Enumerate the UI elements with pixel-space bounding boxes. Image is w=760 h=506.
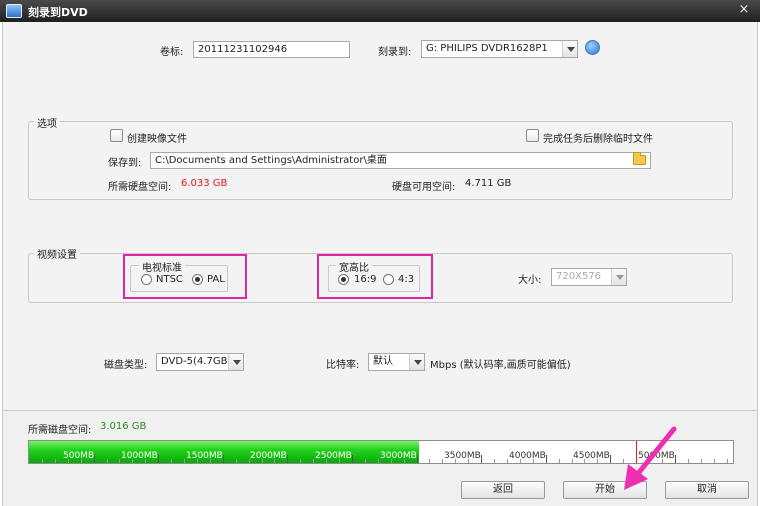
refresh-drive-icon[interactable] [585, 40, 600, 55]
aspect-16-9-radio[interactable] [338, 274, 349, 285]
title-bar: 刻录到DVD × [0, 0, 760, 22]
major-tick [223, 455, 224, 463]
chevron-down-icon [611, 269, 626, 285]
aspect-4-3-label: 4:3 [398, 274, 415, 285]
bitrate-label: 比特率: [326, 360, 360, 371]
available-space-value: 4.711 GB [465, 178, 512, 189]
pal-radio[interactable] [192, 274, 203, 285]
disc-type-select[interactable]: DVD-5(4.7GB) [156, 353, 244, 371]
burn-to-label: 刻录到: [378, 47, 412, 58]
aspect-16-9-label: 16:9 [354, 274, 377, 285]
tick-label: 4000MB [509, 451, 546, 461]
volume-label: 卷标: [160, 47, 184, 58]
chevron-down-icon[interactable] [562, 41, 577, 57]
major-tick [610, 455, 611, 463]
main-panel [2, 22, 758, 410]
folder-browse-icon[interactable] [633, 152, 646, 165]
size-select: 720X576 [551, 268, 627, 286]
tick-label: 2000MB [250, 451, 287, 461]
chevron-down-icon[interactable] [228, 354, 243, 370]
available-space-label: 硬盘可用空间: [392, 182, 456, 193]
delete-temp-label: 完成任务后删除临时文件 [543, 134, 653, 145]
burn-to-select[interactable]: G: PHILIPS DVDR1628P1 [421, 40, 578, 58]
tick-label: 1500MB [186, 451, 223, 461]
ntsc-radio[interactable] [141, 274, 152, 285]
minor-tick [365, 459, 366, 463]
video-settings-title: 视频设置 [34, 246, 80, 261]
aspect-ratio-title: 宽高比 [336, 259, 372, 274]
disc-type-value: DVD-5(4.7GB) [161, 356, 232, 367]
create-image-label: 创建映像文件 [127, 134, 187, 145]
minor-tick [429, 459, 430, 463]
major-tick [158, 455, 159, 463]
minor-tick [442, 459, 443, 463]
bitrate-select[interactable]: 默认 [368, 353, 425, 371]
pal-label: PAL [207, 274, 225, 285]
minor-tick [378, 459, 379, 463]
minor-tick [184, 459, 185, 463]
tick-label: 2500MB [315, 451, 352, 461]
minor-tick [507, 459, 508, 463]
tick-label: 1000MB [121, 451, 158, 461]
tick-label: 3000MB [380, 451, 417, 461]
major-tick [94, 455, 95, 463]
minor-tick [559, 459, 560, 463]
minor-tick [55, 459, 56, 463]
major-tick [481, 455, 482, 463]
minor-tick [107, 459, 108, 463]
dvd-app-icon [6, 4, 22, 18]
minor-tick [119, 459, 120, 463]
minor-tick [42, 459, 43, 463]
size-label: 大小: [518, 275, 542, 286]
tick-label: 3500MB [444, 451, 481, 461]
minor-tick [313, 459, 314, 463]
major-tick [417, 455, 418, 463]
disc-type-label: 磁盘类型: [104, 360, 148, 371]
tick-label: 500MB [63, 451, 95, 461]
minor-tick [494, 459, 495, 463]
minor-tick [727, 459, 728, 463]
tick-label: 4500MB [573, 451, 610, 461]
required-space-label: 所需硬盘空间: [108, 182, 172, 193]
back-button[interactable]: 返回 [461, 481, 545, 499]
tv-standard-title: 电视标准 [139, 259, 185, 274]
save-to-input[interactable]: C:\Documents and Settings\Administrator\… [150, 152, 651, 169]
annotation-arrow-icon [624, 426, 677, 490]
save-to-label: 保存到: [108, 158, 142, 169]
options-group-title: 选项 [34, 115, 60, 130]
required-space-value: 6.033 GB [181, 178, 228, 189]
bitrate-value: 默认 [373, 356, 393, 367]
minor-tick [714, 459, 715, 463]
minor-tick [236, 459, 237, 463]
major-tick [287, 455, 288, 463]
window-title: 刻录到DVD [28, 6, 88, 19]
major-tick [546, 455, 547, 463]
disc-space-value: 3.016 GB [100, 421, 147, 432]
minor-tick [701, 459, 702, 463]
volume-input[interactable]: 20111231102946 [193, 41, 350, 58]
disc-space-label: 所需磁盘空间: [28, 425, 92, 436]
burn-to-value: G: PHILIPS DVDR1628P1 [426, 43, 548, 54]
chevron-down-icon[interactable] [409, 354, 424, 370]
minor-tick [688, 459, 689, 463]
minor-tick [171, 459, 172, 463]
bitrate-note: Mbps (默认码率,画质可能偏低) [430, 360, 571, 371]
delete-temp-checkbox[interactable] [526, 129, 539, 142]
close-icon[interactable]: × [736, 2, 752, 18]
size-value: 720X576 [556, 271, 602, 282]
create-image-checkbox[interactable] [110, 129, 123, 142]
major-tick [352, 455, 353, 463]
minor-tick [300, 459, 301, 463]
aspect-4-3-radio[interactable] [383, 274, 394, 285]
ntsc-label: NTSC [156, 274, 183, 285]
